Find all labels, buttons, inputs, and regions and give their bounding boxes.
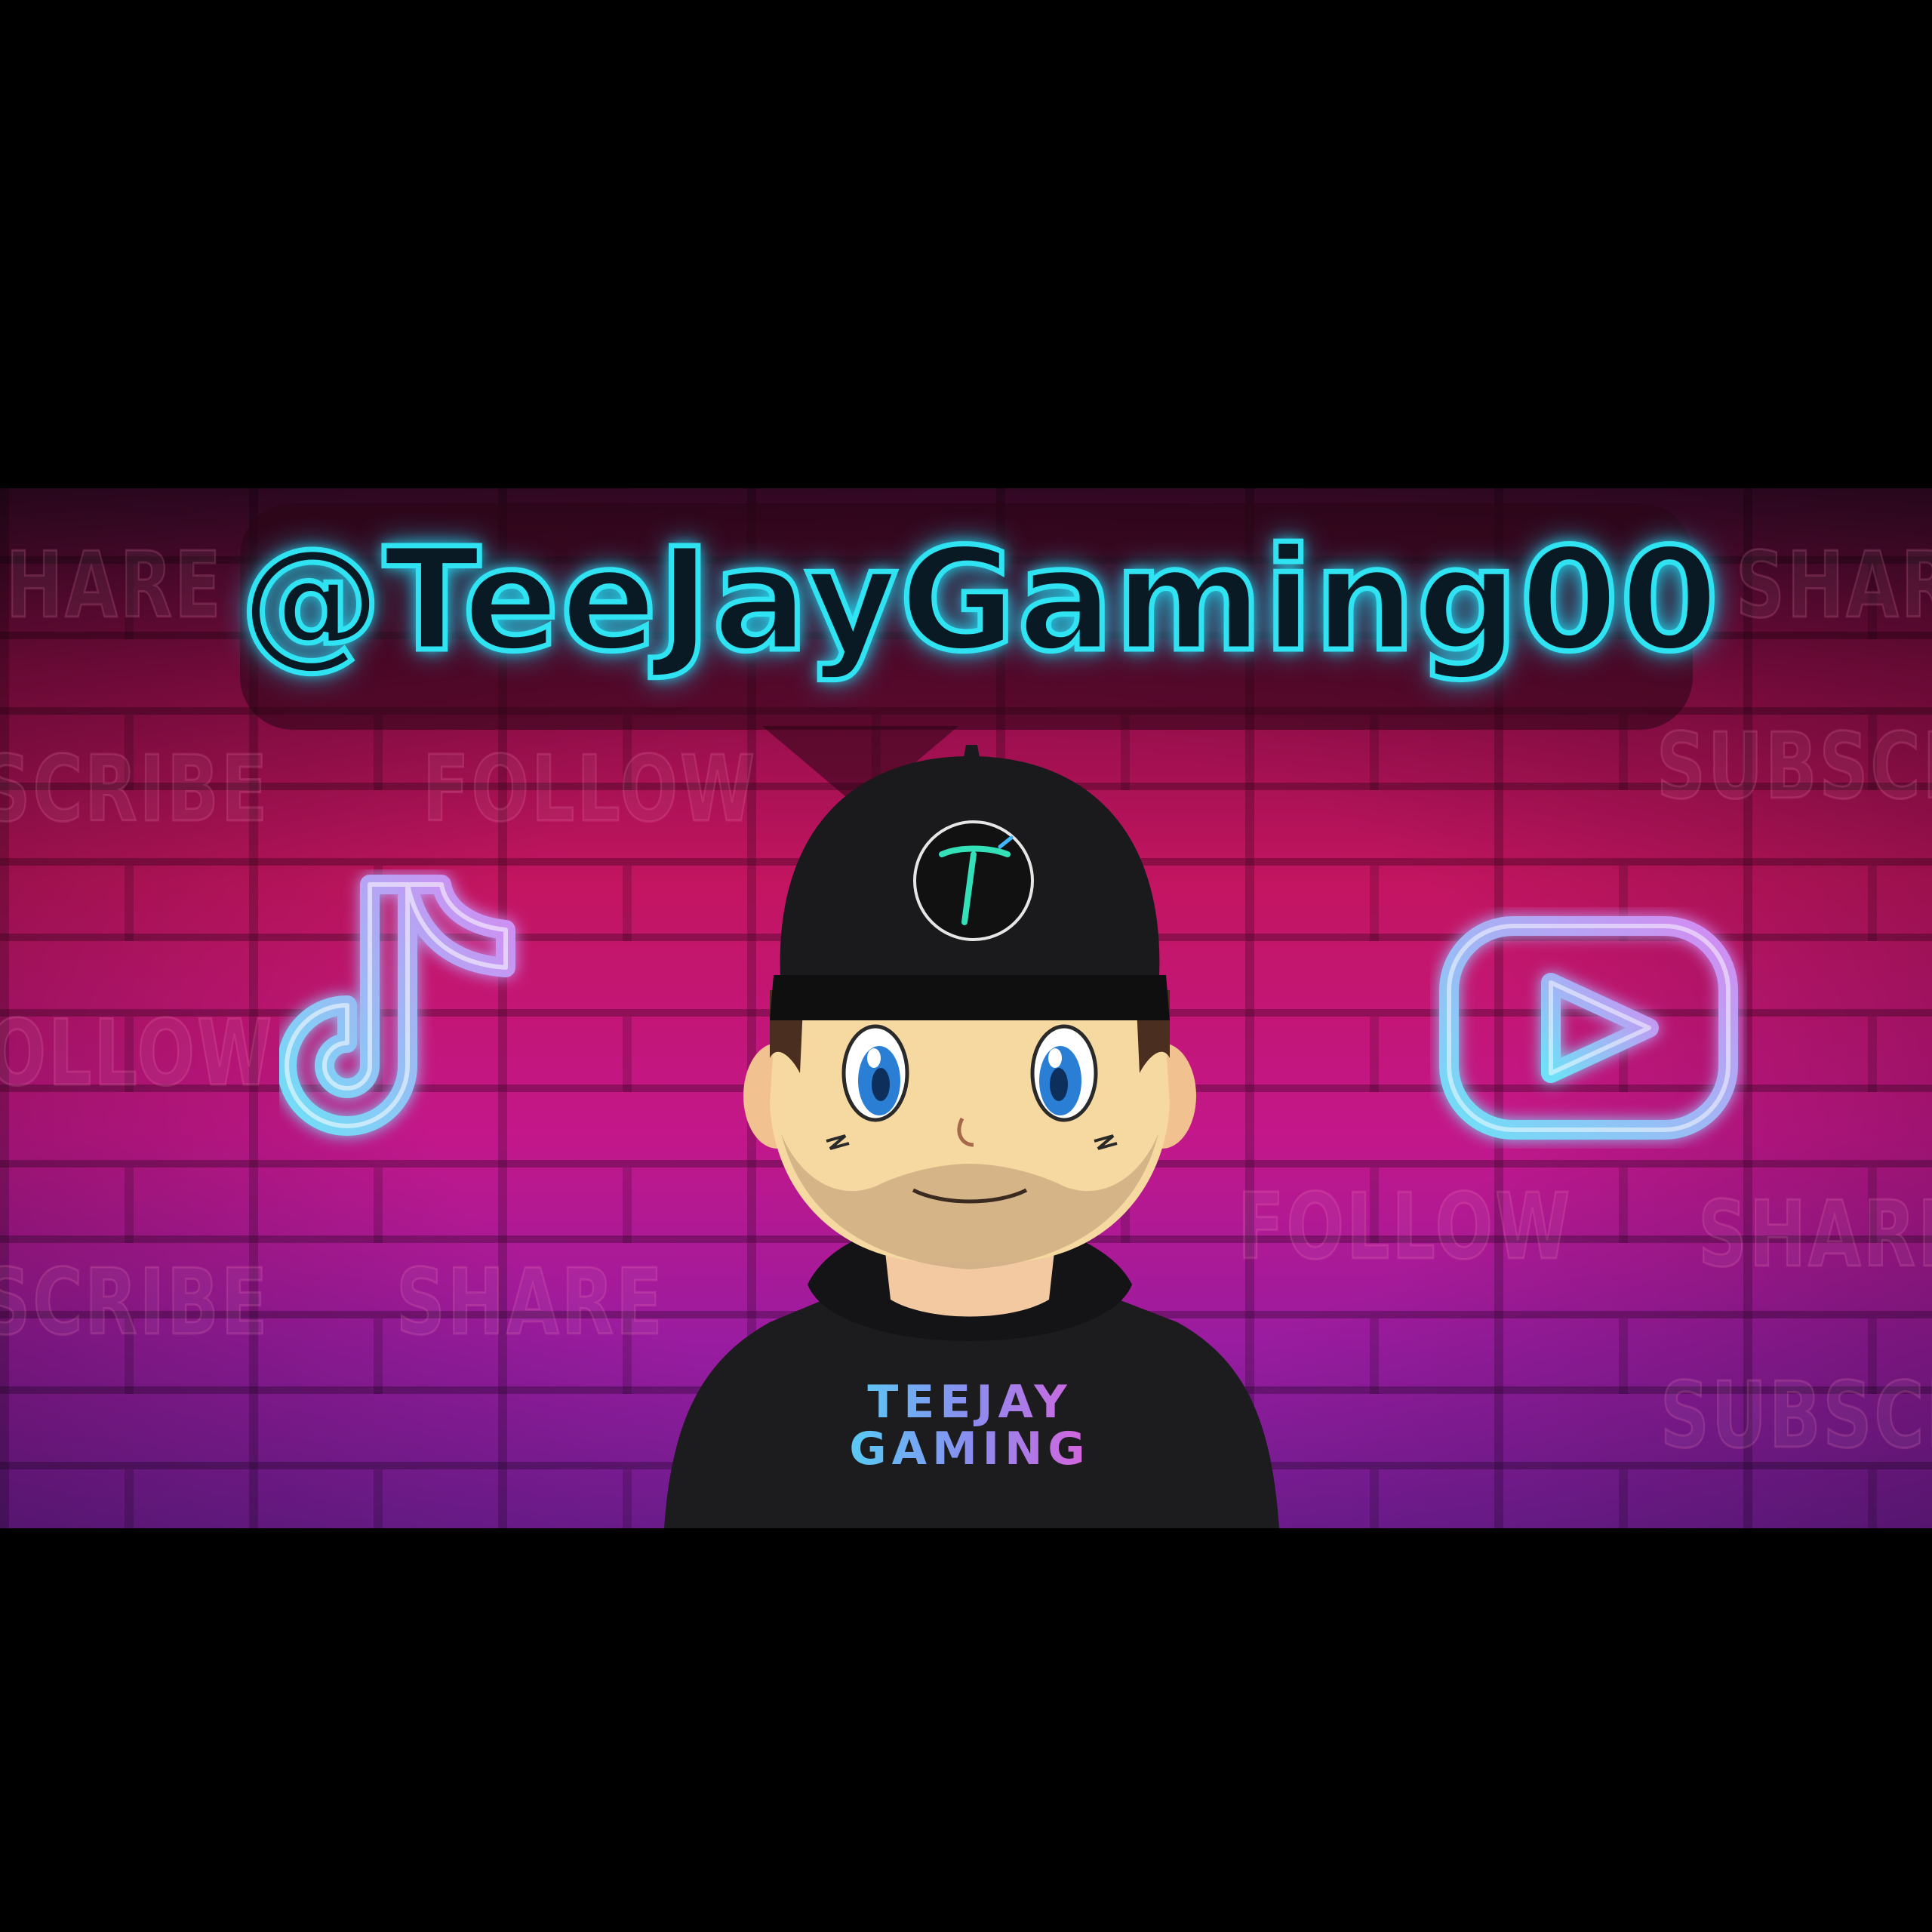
hoodie-logo-line-1: TEEJAY [867,1376,1072,1429]
hoodie-logo-line-2: GAMING [849,1423,1091,1475]
tiktok-icon [279,875,515,1136]
background-word: SUBSCRIBE [1656,714,1932,821]
background-word: FOLLOW [1237,1174,1573,1281]
background-word: SHARE [1697,1182,1932,1289]
background-word: SHARE [0,533,223,640]
background-word: SUBSCRIBE [1660,1363,1932,1470]
background-word: SUBSCRIBE [0,1250,270,1357]
background-word: FOLLOW [0,1001,275,1108]
canvas: SHARE SHARE SUBSCRIBE FOLLOW SUBSCRIBE F… [0,0,1932,1932]
channel-handle: @TeeJayGaming00 [238,518,1721,683]
background-word: SHARE [1735,533,1932,640]
channel-banner: SHARE SHARE SUBSCRIBE FOLLOW SUBSCRIBE F… [0,488,1932,1528]
hoodie-logo: TEEJAY GAMING [826,1379,1113,1472]
youtube-icon [1439,916,1738,1140]
background-word: SHARE [395,1250,665,1357]
background-word: SUBSCRIBE [0,737,270,844]
